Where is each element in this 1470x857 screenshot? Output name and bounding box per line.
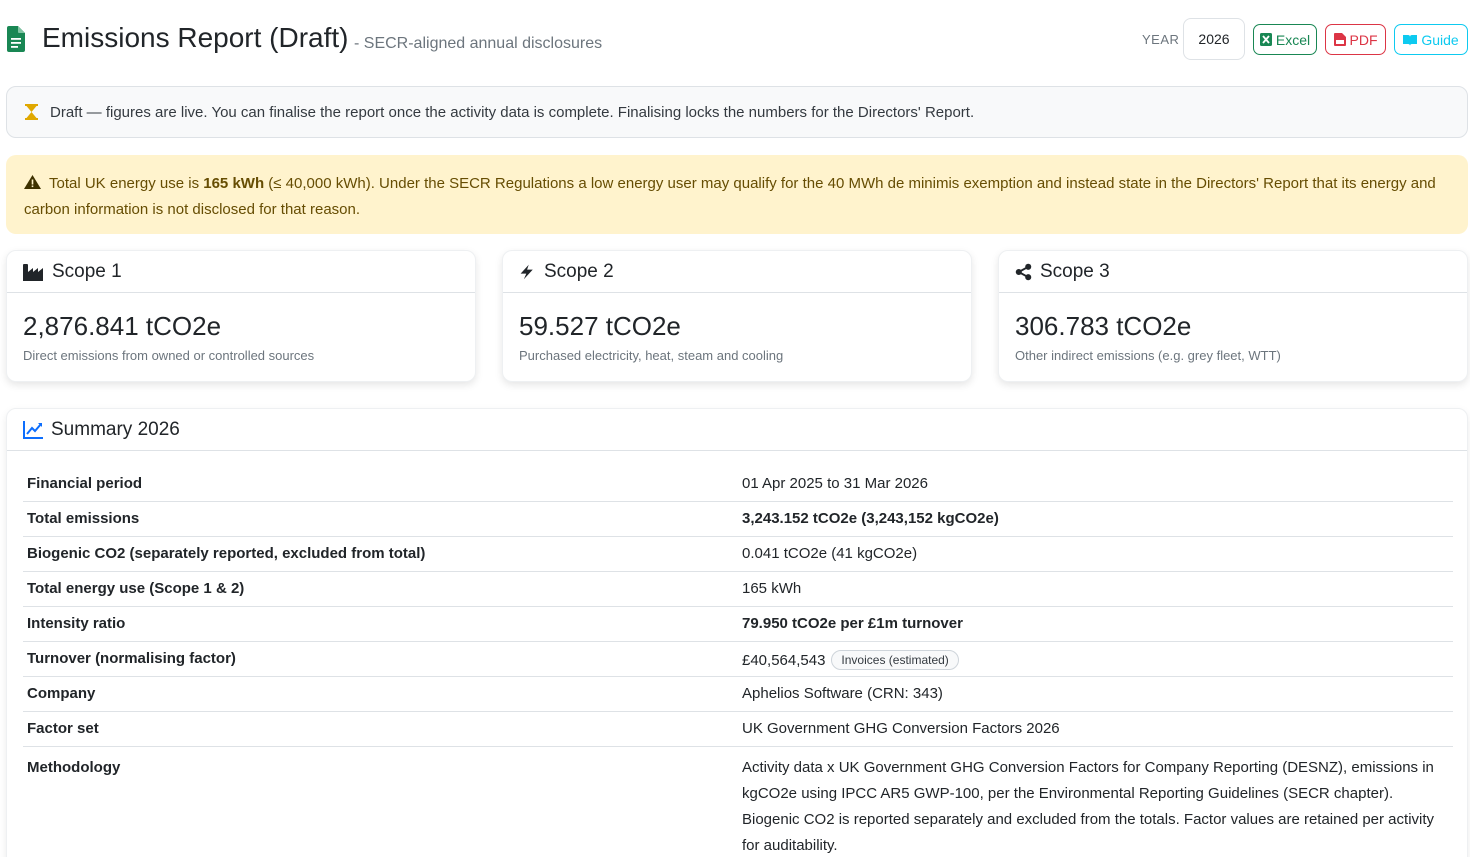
line-chart-icon <box>23 420 43 439</box>
book-icon <box>1403 34 1418 46</box>
export-pdf-label: PDF <box>1349 31 1378 48</box>
row-value: 79.950 tCO2e per £1m turnover <box>738 606 1453 642</box>
row-label: Turnover (normalising factor) <box>23 641 738 677</box>
warning-energy-value: 165 kWh <box>203 175 265 192</box>
export-pdf-button[interactable]: PDF <box>1325 24 1386 55</box>
summary-header: Summary 2026 <box>7 409 1467 451</box>
scope-2-title: Scope 2 <box>544 260 614 282</box>
table-row: Turnover (normalising factor) £40,564,54… <box>23 641 1453 677</box>
scope-2-description: Purchased electricity, heat, steam and c… <box>519 348 784 363</box>
warning-text-prefix: Total UK energy use is <box>49 175 204 192</box>
scope-2-header: Scope 2 <box>503 251 971 293</box>
page-subtitle: - SECR-aligned annual disclosures <box>354 35 603 52</box>
row-value: 01 Apr 2025 to 31 Mar 2026 <box>738 466 1453 502</box>
table-row: Methodology Activity data x UK Governmen… <box>23 746 1453 857</box>
scope-1-description: Direct emissions from owned or controlle… <box>23 348 315 363</box>
scope-2-card: Scope 2 59.527 tCO2e Purchased electrici… <box>502 250 972 382</box>
row-label: Total energy use (Scope 1 & 2) <box>23 571 738 607</box>
guide-label: Guide <box>1421 31 1459 48</box>
row-value: Aphelios Software (CRN: 343) <box>738 676 1453 712</box>
row-value: 165 kWh <box>738 571 1453 607</box>
export-excel-label: Excel <box>1275 31 1311 48</box>
page-title: Emissions Report (Draft) <box>42 22 349 53</box>
summary-table: Financial period 01 Apr 2025 to 31 Mar 2… <box>23 466 1453 857</box>
scope-3-value: 306.783 tCO2e <box>1015 311 1192 341</box>
row-value: Activity data x UK Government GHG Conver… <box>738 746 1453 857</box>
table-row: Company Aphelios Software (CRN: 343) <box>23 676 1453 712</box>
draft-banner: Draft — figures are live. You can finali… <box>6 86 1468 138</box>
draft-banner-text: Draft — figures are live. You can finali… <box>50 103 975 121</box>
hourglass-icon <box>25 104 38 120</box>
scope-1-value: 2,876.841 tCO2e <box>23 311 222 341</box>
guide-button[interactable]: Guide <box>1394 24 1468 55</box>
file-text-icon <box>7 26 25 52</box>
table-row: Financial period 01 Apr 2025 to 31 Mar 2… <box>23 466 1453 502</box>
row-label: Intensity ratio <box>23 606 738 642</box>
scope-3-card: Scope 3 306.783 tCO2e Other indirect emi… <box>998 250 1468 382</box>
summary-title: Summary 2026 <box>51 418 180 440</box>
share-nodes-icon <box>1015 263 1032 280</box>
summary-card: Summary 2026 Financial period 01 Apr 202… <box>6 408 1468 857</box>
row-label: Biogenic CO2 (separately reported, exclu… <box>23 536 738 572</box>
table-row: Factor set UK Government GHG Conversion … <box>23 711 1453 747</box>
table-row: Total energy use (Scope 1 & 2) 165 kWh <box>23 571 1453 607</box>
row-value-cell: £40,564,543 Invoices (estimated) <box>738 641 1453 677</box>
row-label: Financial period <box>23 466 738 502</box>
page-header: Emissions Report (Draft) - SECR-aligned … <box>0 0 1470 80</box>
table-row: Intensity ratio 79.950 tCO2e per £1m tur… <box>23 606 1453 642</box>
row-label: Total emissions <box>23 501 738 537</box>
excel-icon <box>1259 33 1272 46</box>
scope-2-value: 59.527 tCO2e <box>519 311 681 341</box>
lightning-icon <box>520 264 533 279</box>
row-value: £40,564,543 <box>742 651 826 669</box>
row-value: 0.041 tCO2e (41 kgCO2e) <box>738 536 1453 572</box>
row-label: Methodology <box>23 746 738 857</box>
table-row: Total emissions 3,243.152 tCO2e (3,243,1… <box>23 501 1453 537</box>
year-label: YEAR <box>1142 32 1180 47</box>
turnover-source-badge: Invoices (estimated) <box>831 649 959 670</box>
row-label: Company <box>23 676 738 712</box>
row-value: UK Government GHG Conversion Factors 202… <box>738 711 1453 747</box>
table-row: Biogenic CO2 (separately reported, exclu… <box>23 536 1453 572</box>
scope-3-description: Other indirect emissions (e.g. grey flee… <box>1015 348 1281 363</box>
scope-1-card: Scope 1 2,876.841 tCO2e Direct emissions… <box>6 250 476 382</box>
low-energy-warning: Total UK energy use is 165 kWh (≤ 40,000… <box>6 155 1468 234</box>
scope-1-header: Scope 1 <box>7 251 475 293</box>
warning-triangle-icon <box>24 175 41 189</box>
row-value: 3,243.152 tCO2e (3,243,152 kgCO2e) <box>738 501 1453 537</box>
scope-3-title: Scope 3 <box>1040 260 1110 282</box>
scope-3-header: Scope 3 <box>999 251 1467 293</box>
year-input[interactable] <box>1183 18 1245 60</box>
export-excel-button[interactable]: Excel <box>1253 24 1317 55</box>
scope-1-title: Scope 1 <box>52 260 122 282</box>
row-label: Factor set <box>23 711 738 747</box>
pdf-icon <box>1333 33 1346 46</box>
factory-icon <box>23 263 43 281</box>
